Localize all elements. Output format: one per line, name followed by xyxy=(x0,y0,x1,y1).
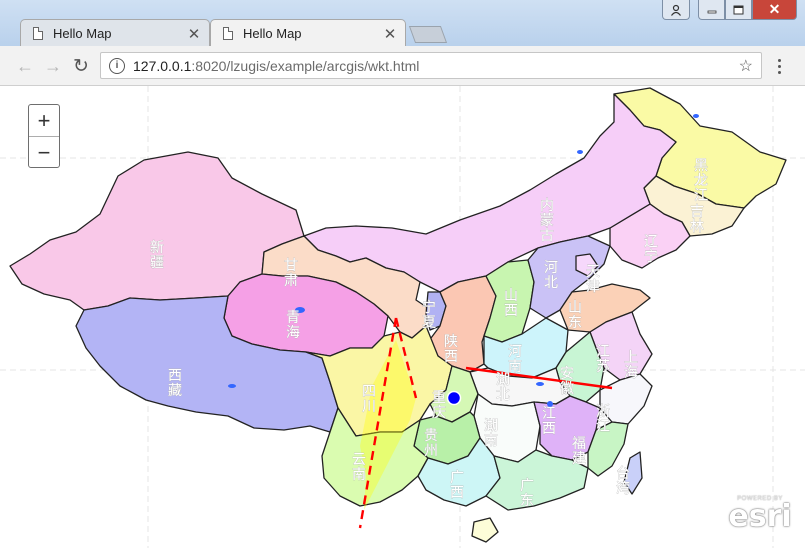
forward-arrow-icon[interactable]: → xyxy=(42,55,64,77)
user-icon[interactable] xyxy=(662,0,690,20)
province-polygons xyxy=(9,87,787,543)
label-sichuan: 四川 xyxy=(362,384,376,415)
label-shandong: 山东 xyxy=(568,300,582,331)
label-heilongjiang: 黑龙江 xyxy=(694,158,708,204)
esri-logo[interactable]: POWERED BY esri xyxy=(728,496,792,538)
label-yunnan: 云南 xyxy=(352,452,366,483)
label-jilin: 吉林 xyxy=(690,204,704,235)
label-neimenggu: 内蒙古 xyxy=(540,198,554,244)
url-path: :8020/lzugis/example/arcgis/wkt.html xyxy=(191,57,420,74)
label-gansu: 甘肃 xyxy=(284,258,298,289)
label-guizhou: 贵州 xyxy=(424,428,438,459)
label-shanxi: 山西 xyxy=(504,288,518,319)
label-shanghai: 上海 xyxy=(624,350,638,381)
esri-brand: esri xyxy=(728,499,792,534)
address-bar[interactable]: i 127.0.0.1:8020/lzugis/example/arcgis/w… xyxy=(100,52,762,79)
map-canvas: 新疆 西藏 青海 甘肃 内蒙古 黑龙江 吉林 辽宁 河北 天津 山西 山东 宁夏… xyxy=(0,86,805,548)
browser-title-bar: Hello Map ✕ Hello Map ✕ ✕ xyxy=(0,0,805,47)
back-arrow-icon[interactable]: ← xyxy=(14,55,36,77)
tab-hello-map-2[interactable]: Hello Map ✕ xyxy=(210,19,406,47)
label-guangdong: 广东 xyxy=(520,478,534,509)
tab-title: Hello Map xyxy=(243,26,302,41)
label-taiwan: 台湾 xyxy=(616,466,630,497)
url-host: 127.0.0.1 xyxy=(133,57,192,74)
minimize-icon[interactable] xyxy=(698,0,725,20)
label-shaanxi: 陕西 xyxy=(444,334,458,365)
browser-toolbar: ← → ↻ i 127.0.0.1:8020/lzugis/example/ar… xyxy=(0,46,805,86)
label-xizang: 西藏 xyxy=(168,368,182,399)
document-icon xyxy=(33,27,43,40)
zoom-out-button[interactable]: − xyxy=(29,137,59,168)
label-fujian: 福建 xyxy=(572,436,586,467)
close-tab-icon[interactable]: ✕ xyxy=(185,25,203,43)
tab-hello-map-1[interactable]: Hello Map ✕ xyxy=(20,19,210,47)
document-icon xyxy=(223,27,233,40)
bookmark-star-icon[interactable]: ☆ xyxy=(739,56,753,76)
label-liaoning: 辽宁 xyxy=(644,234,658,265)
label-henan: 河南 xyxy=(508,344,522,375)
maximize-icon[interactable] xyxy=(725,0,752,20)
info-icon[interactable]: i xyxy=(109,57,125,74)
label-jiangsu: 江苏 xyxy=(596,344,610,375)
zoom-in-button[interactable]: + xyxy=(29,105,59,137)
close-tab-icon[interactable]: ✕ xyxy=(381,25,399,43)
label-ningxia: 宁夏 xyxy=(422,299,436,331)
label-tianjin: 天津 xyxy=(586,264,600,295)
label-qinghai: 青海 xyxy=(286,310,300,341)
new-tab-button[interactable] xyxy=(408,26,448,43)
label-hubei: 湖北 xyxy=(496,372,510,403)
label-chongqing: 重庆 xyxy=(432,390,446,421)
province-hainan xyxy=(471,517,499,543)
label-jiangxi: 江西 xyxy=(542,406,556,437)
reload-icon[interactable]: ↻ xyxy=(70,55,92,77)
menu-icon[interactable] xyxy=(770,55,788,77)
map-view[interactable]: 新疆 西藏 青海 甘肃 内蒙古 黑龙江 吉林 辽宁 河北 天津 山西 山东 宁夏… xyxy=(0,86,805,548)
label-zhejiang: 浙江 xyxy=(596,404,610,435)
label-xinjiang: 新疆 xyxy=(150,240,164,271)
label-hebei: 河北 xyxy=(544,260,558,291)
tab-title: Hello Map xyxy=(53,26,112,41)
label-guangxi: 广西 xyxy=(450,470,464,501)
wkt-point xyxy=(446,390,462,406)
label-anhui: 安徽 xyxy=(560,366,574,397)
label-hunan: 湖南 xyxy=(484,418,498,449)
close-icon[interactable]: ✕ xyxy=(752,0,797,20)
zoom-control: + − xyxy=(28,104,60,168)
